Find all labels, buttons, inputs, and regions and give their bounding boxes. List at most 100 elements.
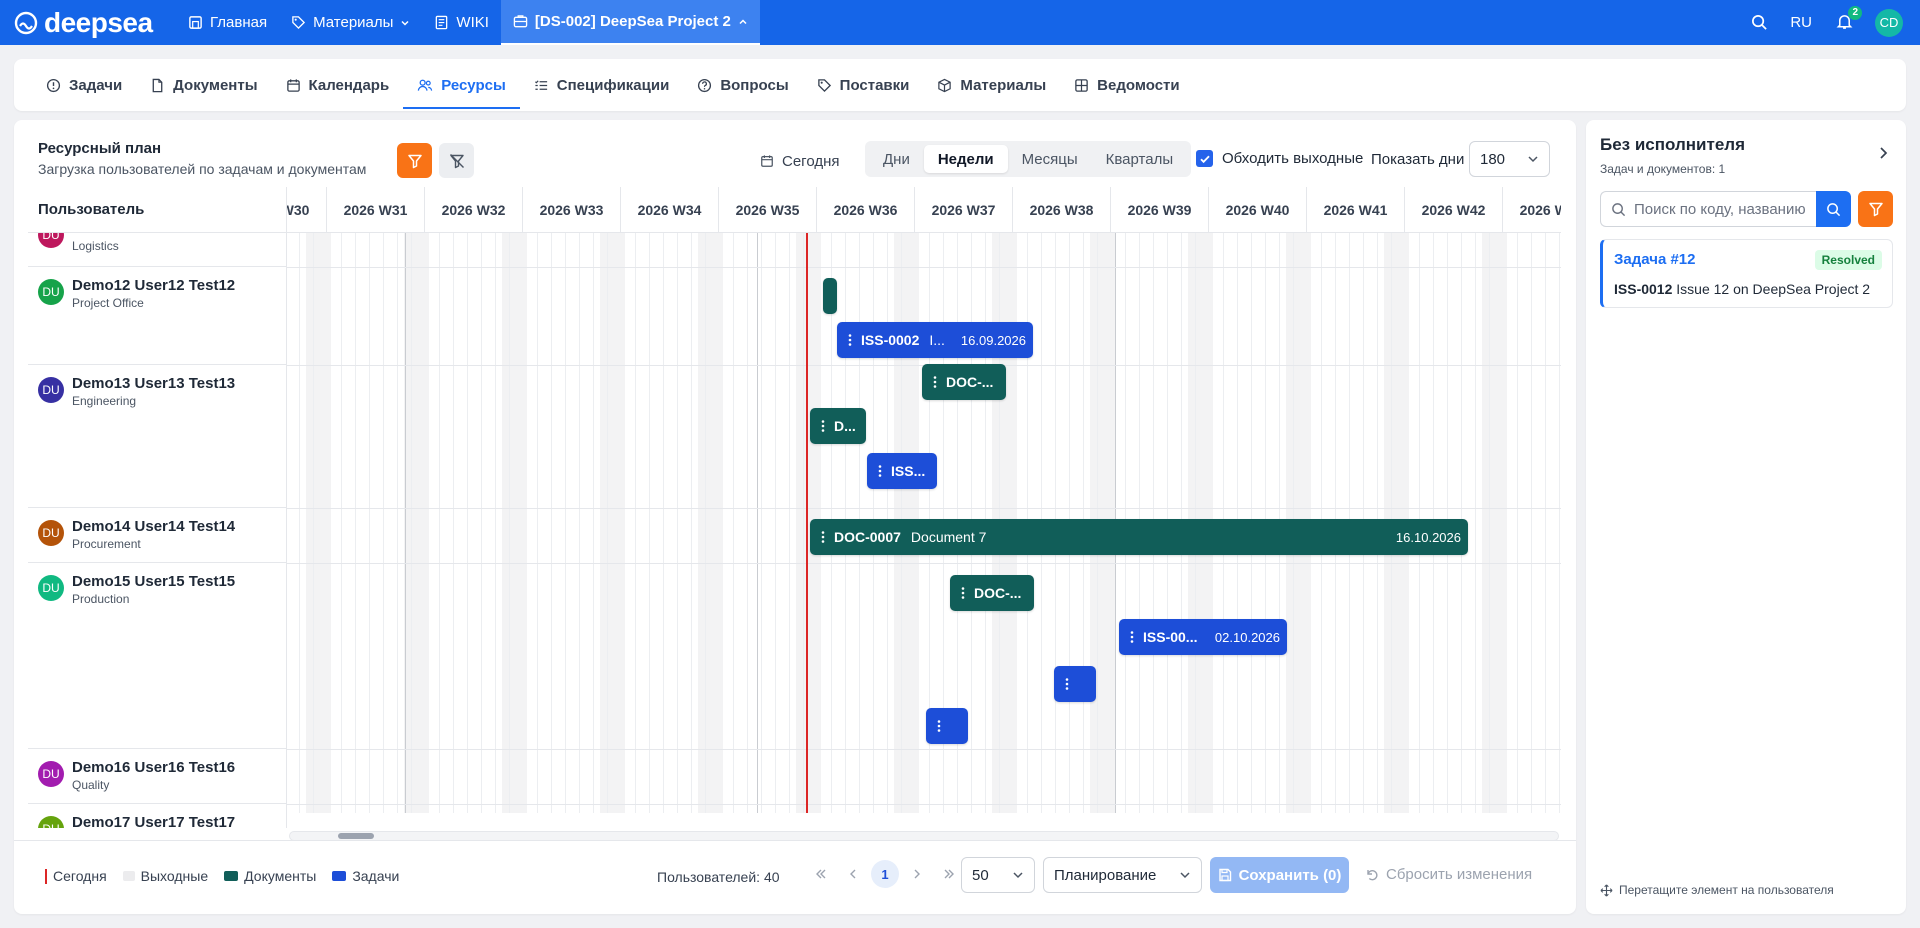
user-row[interactable]: DU Demo14 User14 Test14 Procurement xyxy=(28,508,286,563)
document-bar[interactable]: D... xyxy=(810,408,866,444)
weekend-shade xyxy=(502,233,527,813)
search-input[interactable] xyxy=(1634,200,1812,218)
bar-code: ISS-0002 xyxy=(861,332,920,348)
tab-statements[interactable]: Ведомости xyxy=(1060,59,1193,111)
tab-resources[interactable]: Ресурсы xyxy=(403,59,520,111)
unassigned-task-card[interactable]: Задача #12 Resolved ISS-0012 Issue 12 on… xyxy=(1600,239,1893,308)
prev-page-button[interactable] xyxy=(839,860,867,888)
user-column: Пользователь DU Demo11 User11 Test11 Log… xyxy=(28,187,287,828)
first-page-button[interactable] xyxy=(807,860,835,888)
user-avatar[interactable]: CD xyxy=(1875,8,1903,37)
unassigned-count: Задач и документов: 1 xyxy=(1600,162,1726,176)
drag-handle-icon[interactable] xyxy=(956,586,970,600)
task-bar[interactable]: ISS-0002 I... 16.09.2026 xyxy=(837,322,1033,358)
month-gridline xyxy=(405,233,406,813)
week-label: 2026 W39 xyxy=(1111,187,1209,233)
chevron-down-icon xyxy=(401,20,409,26)
user-row[interactable]: DU Demo15 User15 Test15 Production xyxy=(28,563,286,749)
user-row[interactable]: DU Demo16 User16 Test16 Quality xyxy=(28,749,286,804)
scale-weeks[interactable]: Недели xyxy=(923,145,1008,173)
task-bar[interactable] xyxy=(926,708,968,744)
checkbox-checked[interactable] xyxy=(1196,150,1213,167)
skip-weekends-checkbox[interactable]: Обходить выходные xyxy=(1196,150,1363,167)
day-gridline xyxy=(537,233,538,813)
day-gridline xyxy=(411,233,412,813)
scrollbar-thumb[interactable] xyxy=(338,833,374,839)
day-gridline xyxy=(565,233,566,813)
week-label: 2026 W41 xyxy=(1307,187,1405,233)
drag-handle-icon[interactable] xyxy=(928,375,942,389)
tab-deliveries[interactable]: Поставки xyxy=(803,59,924,111)
user-department: Quality xyxy=(72,778,110,792)
nav-materials[interactable]: Материалы xyxy=(279,0,422,45)
day-gridline xyxy=(495,233,496,813)
card-title[interactable]: Задача #12 xyxy=(1614,251,1695,268)
nav-wiki[interactable]: WIKI xyxy=(422,0,501,45)
drag-handle-icon[interactable] xyxy=(843,333,857,347)
nav-current-project[interactable]: [DS-002] DeepSea Project 2 xyxy=(500,0,760,45)
drag-handle-icon[interactable] xyxy=(873,464,887,478)
user-name: Demo13 User13 Test13 xyxy=(72,375,236,392)
tab-calendar[interactable]: Календарь xyxy=(272,59,404,111)
collapse-panel-icon[interactable] xyxy=(1876,146,1890,160)
week-label: 2026 W33 xyxy=(523,187,621,233)
weekend-shade xyxy=(404,233,429,813)
nav-home[interactable]: Главная xyxy=(176,0,279,45)
mode-select[interactable]: Планирование xyxy=(1043,857,1202,893)
show-days-select[interactable]: 180 xyxy=(1469,141,1550,177)
user-name: Demo16 User16 Test16 xyxy=(72,759,236,776)
drag-handle-icon[interactable] xyxy=(1060,677,1074,691)
language-switch[interactable]: RU xyxy=(1790,14,1812,31)
next-page-button[interactable] xyxy=(903,860,931,888)
tag-icon xyxy=(817,78,831,92)
day-gridline xyxy=(635,233,636,813)
show-days-value: 180 xyxy=(1480,150,1506,168)
clear-filter-button[interactable] xyxy=(439,143,474,178)
week-label: 2026 W31 xyxy=(327,187,425,233)
task-bar[interactable]: ISS... xyxy=(867,453,937,489)
scale-quarters[interactable]: Кварталы xyxy=(1092,145,1187,173)
page-button[interactable]: 1 xyxy=(871,860,899,888)
task-bar[interactable] xyxy=(1054,666,1096,702)
user-column-header: Пользователь xyxy=(28,187,286,233)
drag-handle-icon[interactable] xyxy=(932,719,946,733)
tab-specifications-label: Спецификации xyxy=(556,76,670,94)
calendar-icon xyxy=(761,155,773,167)
unassigned-filter-button[interactable] xyxy=(1858,191,1893,227)
avatar: DU xyxy=(38,761,64,787)
tab-tasks[interactable]: Задачи xyxy=(32,59,136,111)
search-icon[interactable] xyxy=(1751,14,1768,31)
document-bar[interactable]: DOC-... xyxy=(950,575,1034,611)
tab-questions[interactable]: Вопросы xyxy=(683,59,802,111)
per-page-select[interactable]: 50 xyxy=(961,857,1035,893)
unassigned-panel: Без исполнителя Задач и документов: 1 За… xyxy=(1586,120,1906,914)
today-button[interactable]: Сегодня xyxy=(760,147,840,175)
document-bar[interactable]: DOC-... xyxy=(922,364,1006,400)
reset-changes-button[interactable]: Сбросить изменения xyxy=(1365,866,1532,883)
user-row[interactable]: DU Demo12 User12 Test12 Project Office xyxy=(28,267,286,365)
legend-weekends: Выходные xyxy=(122,868,208,884)
notifications-button[interactable]: 2 xyxy=(1836,5,1862,33)
app-logo[interactable]: deepsea xyxy=(0,7,176,39)
drag-handle-icon[interactable] xyxy=(816,419,830,433)
tab-materials[interactable]: Материалы xyxy=(923,59,1060,111)
scale-months[interactable]: Месяцы xyxy=(1008,145,1092,173)
task-bar[interactable]: ISS-00... 02.10.2026 xyxy=(1119,619,1287,655)
tab-documents[interactable]: Документы xyxy=(136,59,271,111)
drag-handle-icon[interactable] xyxy=(1125,630,1139,644)
scale-days[interactable]: Дни xyxy=(869,145,924,173)
per-page-value: 50 xyxy=(972,866,989,884)
filter-button[interactable] xyxy=(397,143,432,178)
search-button[interactable] xyxy=(1816,191,1851,227)
tab-specifications[interactable]: Спецификации xyxy=(520,59,684,111)
logo-mark-icon xyxy=(14,11,38,34)
save-button[interactable]: Сохранить (0) xyxy=(1210,857,1349,893)
row-separator xyxy=(287,804,1561,805)
last-page-button[interactable] xyxy=(935,860,963,888)
document-bar[interactable]: DOC-0007 Document 7 16.10.2026 xyxy=(810,519,1468,555)
user-row[interactable]: DU Demo13 User13 Test13 Engineering xyxy=(28,365,286,508)
legend-documents: Документы xyxy=(224,868,316,884)
document-bar[interactable] xyxy=(823,278,837,314)
drag-handle-icon[interactable] xyxy=(816,530,830,544)
user-row[interactable]: DU Demo17 User17 Test17 xyxy=(28,804,286,828)
